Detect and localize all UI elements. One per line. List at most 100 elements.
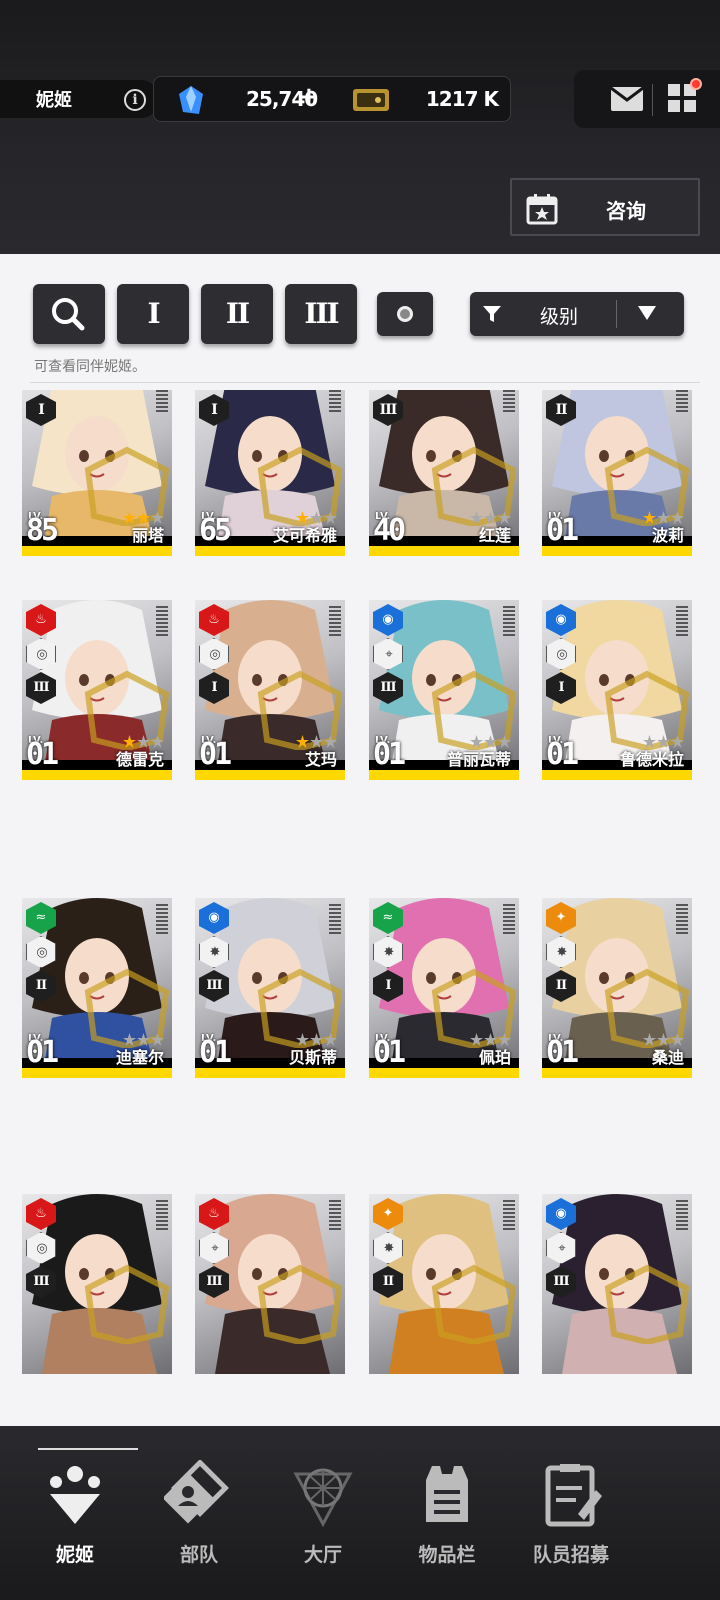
star-icon (123, 1033, 136, 1046)
filter-burst-3-button[interactable]: III (285, 284, 357, 344)
star-icon (671, 735, 684, 748)
recruit-icon (545, 1464, 602, 1527)
credit-icon (353, 89, 389, 111)
calendar-star-icon (526, 194, 558, 225)
gem-icon (179, 86, 203, 114)
nikke-card[interactable]: ♨ ◎ III (22, 1194, 172, 1374)
barcode-decoration (329, 606, 341, 636)
nav-item-squad[interactable]: 部队 (134, 1426, 258, 1600)
level-value: 01 (546, 1035, 579, 1070)
star-icon (643, 735, 656, 748)
star-icon (484, 511, 497, 524)
limit-break-stars (296, 735, 337, 748)
sort-label: 级别 (540, 306, 579, 328)
nikke-card[interactable]: I LV. 65 艾可希雅 (195, 390, 345, 556)
nikke-name: 波莉 (651, 526, 684, 545)
nav-item-nikke[interactable]: 妮姬 (10, 1426, 138, 1600)
barcode-decoration (676, 904, 688, 934)
limit-break-stars (643, 511, 684, 524)
star-icon (671, 1033, 684, 1046)
nikke-card[interactable]: ♨ ◎ III LV. 01 德雷克 (22, 600, 172, 780)
notification-badge (690, 78, 702, 90)
star-icon (310, 511, 323, 524)
nikke-name: 贝斯蒂 (288, 1048, 337, 1067)
nikke-card[interactable]: ≈ ◎ II LV. 01 迪塞尔 (22, 898, 172, 1078)
nav-item-inventory[interactable]: 物品栏 (382, 1426, 506, 1600)
level-value: 65 (199, 513, 232, 548)
level-value: 01 (26, 737, 59, 772)
limit-break-stars (470, 735, 511, 748)
barcode-decoration (156, 606, 168, 636)
nav-item-lobby[interactable]: 大厅 (258, 1426, 382, 1600)
nikke-card[interactable]: II LV. 01 波莉 (542, 390, 692, 556)
filter-burst-2-button[interactable]: II (201, 284, 273, 344)
star-icon (151, 511, 164, 524)
info-icon[interactable]: i (124, 89, 146, 111)
star-icon (657, 1033, 670, 1046)
nikke-card[interactable]: ◉ ✸ III LV. 01 贝斯蒂 (195, 898, 345, 1078)
level-value: 01 (373, 1035, 406, 1070)
nav-label: 大厅 (303, 1544, 342, 1566)
sort-divider (616, 300, 617, 328)
nav-label: 队员招募 (532, 1544, 609, 1566)
buy-gems-button[interactable]: + (298, 82, 320, 112)
search-icon (52, 298, 85, 331)
nikke-card[interactable]: ♨ ◎ I LV. 01 艾玛 (195, 600, 345, 780)
active-indicator (38, 1448, 138, 1450)
barcode-decoration (676, 390, 688, 412)
nikke-name: 艾可希雅 (272, 526, 337, 545)
star-icon (151, 1033, 164, 1046)
nav-label: 部队 (179, 1544, 218, 1566)
nikke-name: 鲁德米拉 (619, 750, 684, 769)
filter-funnel-icon (483, 306, 501, 322)
star-icon (137, 1033, 150, 1046)
nikke-card[interactable]: ◉ ⌖ III LV. 01 普丽瓦蒂 (369, 600, 519, 780)
star-icon (151, 735, 164, 748)
nikke-card[interactable]: I LV. 85 丽塔 (22, 390, 172, 556)
nikke-card[interactable]: ◉ ⌖ III (542, 1194, 692, 1374)
nav-item-recruit[interactable]: 队员招募 (506, 1426, 630, 1600)
consult-label: 咨询 (606, 199, 646, 223)
screen-title: 妮姬 (36, 90, 72, 111)
star-icon (137, 735, 150, 748)
nikke-name: 桑迪 (651, 1048, 684, 1067)
level-value: 85 (26, 513, 59, 548)
nikke-list-screen: 妮姬 i 25,740 + 1217 K 咨询 I II III 级别 可查看同… (0, 0, 720, 1600)
mail-icon[interactable] (610, 86, 644, 112)
limit-break-stars (123, 511, 164, 524)
barcode-decoration (156, 1200, 168, 1230)
star-icon (643, 1033, 656, 1046)
hint-text: 可查看同伴妮姬。 (34, 359, 146, 375)
star-icon (484, 1033, 497, 1046)
manufacturer-emblem-icon (84, 1264, 170, 1344)
star-icon (123, 511, 136, 524)
limit-break-stars (470, 1033, 511, 1046)
nikke-name: 佩珀 (478, 1048, 511, 1067)
star-icon (470, 735, 483, 748)
squad-icon (164, 1460, 229, 1524)
level-value: 01 (199, 737, 232, 772)
level-value: 01 (26, 1035, 59, 1070)
nikke-list-panel: I II III 级别 可查看同伴妮姬。 I LV. 85 丽塔 I LV. 65 艾可希雅 I… (0, 254, 720, 1426)
nikke-card[interactable]: ◉ ◎ I LV. 01 鲁德米拉 (542, 600, 692, 780)
barcode-decoration (156, 904, 168, 934)
filter-burst-1-button[interactable]: I (117, 284, 189, 344)
star-icon (137, 511, 150, 524)
nikke-card[interactable]: ✦ ✸ II LV. 01 桑迪 (542, 898, 692, 1078)
search-button[interactable] (33, 284, 105, 344)
barcode-decoration (503, 390, 515, 412)
nikke-card[interactable]: ✦ ✸ II (369, 1194, 519, 1374)
filter-all-toggle[interactable] (377, 292, 433, 336)
nikke-card[interactable]: ≈ ✸ I LV. 01 佩珀 (369, 898, 519, 1078)
limit-break-stars (643, 735, 684, 748)
nikke-card[interactable]: ♨ ⌖ III (195, 1194, 345, 1374)
level-value: 01 (373, 737, 406, 772)
limit-break-stars (123, 1033, 164, 1046)
star-icon (296, 735, 309, 748)
consult-button[interactable]: 咨询 (510, 178, 700, 236)
star-icon (296, 1033, 309, 1046)
nikke-card[interactable]: III LV. 40 红莲 (369, 390, 519, 556)
nikke-name: 德雷克 (115, 750, 164, 769)
star-icon (498, 511, 511, 524)
sort-dropdown[interactable]: 级别 (470, 292, 684, 336)
